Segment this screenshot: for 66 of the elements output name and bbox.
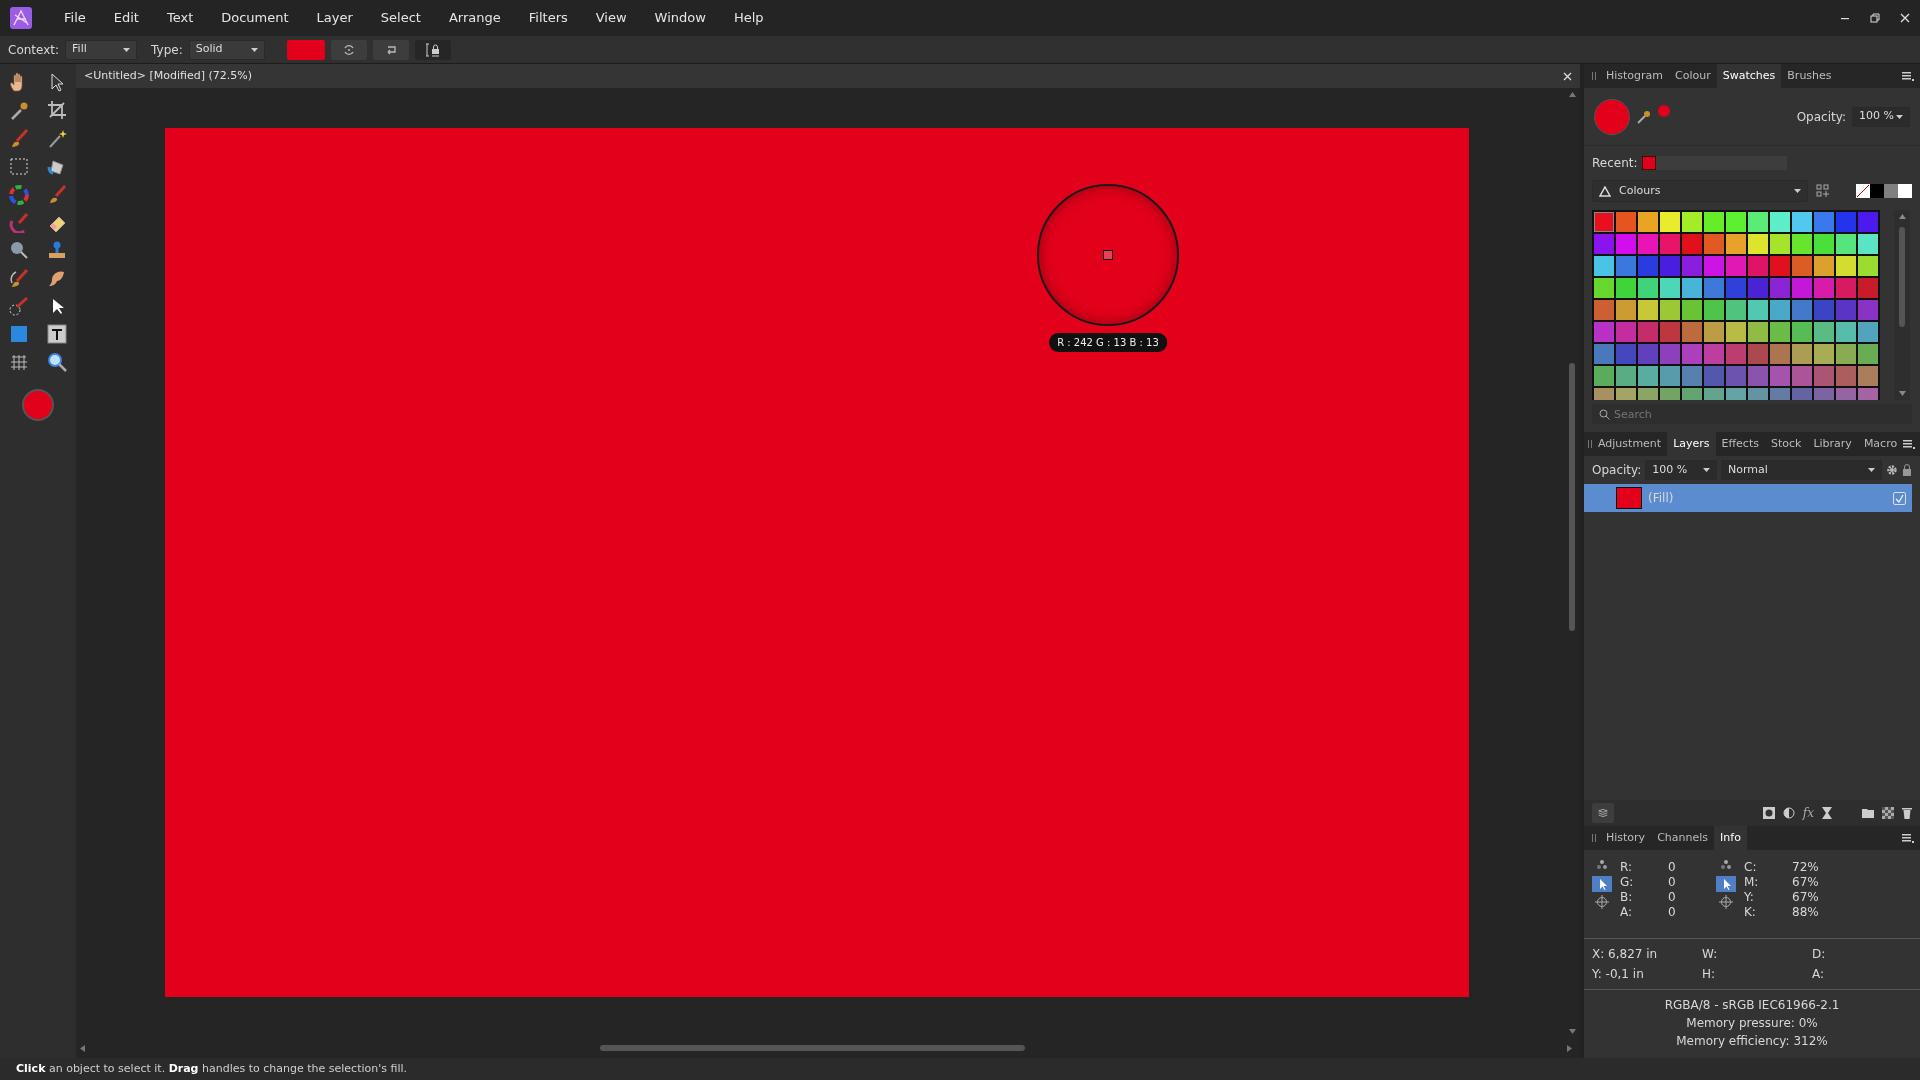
layer-name: (Fill) — [1648, 490, 1674, 507]
position-readout: X: 6,827 in — [1592, 946, 1659, 963]
panel-tab[interactable]: Stock — [1764, 432, 1808, 456]
menu-item[interactable]: Filters — [514, 8, 582, 28]
document-info-text: Memory efficiency: 312% — [1676, 1033, 1828, 1050]
channel-label: R: — [1620, 859, 1633, 873]
menu-item[interactable]: File — [50, 8, 100, 28]
measure-label: A: — [1812, 966, 1826, 983]
channel-value: 0 — [1668, 874, 1676, 888]
blend-mode-dropdown[interactable]: Normal — [1721, 460, 1883, 480]
size-label: W: — [1702, 946, 1719, 963]
panel-tab[interactable]: Effects — [1715, 432, 1765, 456]
panel-tab[interactable]: Library — [1807, 432, 1858, 456]
panel-tab[interactable]: Layers — [1667, 432, 1716, 456]
document-title: <Untitled> [Modified] (72.5%) — [84, 67, 252, 84]
channel-label: Y: — [1744, 889, 1755, 903]
panel-tab[interactable]: Info — [1714, 826, 1747, 850]
channel-value: 0 — [1668, 904, 1676, 918]
status-message: Click an object to select it. Drag handles to change the selection's fill. — [16, 1060, 407, 1077]
channel-label: C: — [1744, 859, 1758, 873]
channel-label: K: — [1744, 904, 1757, 918]
type-dropdown[interactable]: Solid — [188, 39, 265, 60]
palette-dropdown[interactable]: Colours — [1592, 180, 1808, 202]
fx-button[interactable]: fx — [1802, 804, 1814, 822]
menu-item[interactable]: Arrange — [434, 8, 515, 28]
menu-item[interactable]: Layer — [302, 8, 367, 28]
channel-value: 0 — [1668, 889, 1676, 903]
color-readout: R : 242 G : 13 B : 13 — [1049, 333, 1167, 352]
channel-label: G: — [1620, 874, 1635, 888]
context-label: Context: — [8, 41, 60, 59]
search-field[interactable]: Search — [1592, 404, 1912, 424]
opacity-label: Opacity: — [1796, 108, 1846, 126]
menu-item[interactable]: Edit — [99, 8, 153, 28]
channel-value: 72% — [1792, 859, 1819, 873]
panel-tab[interactable]: Channels — [1651, 826, 1715, 850]
document-info-text: Memory pressure: 0% — [1686, 1015, 1818, 1032]
type-label: Type: — [151, 41, 183, 59]
opacity-dropdown[interactable]: 100 % — [1852, 106, 1910, 127]
menu-item[interactable]: Select — [366, 8, 435, 28]
size-label: H: — [1702, 966, 1717, 983]
panel-tab[interactable]: Colour — [1669, 64, 1717, 88]
opacity-dropdown[interactable]: 100 % — [1645, 460, 1717, 480]
position-readout: Y: -0,1 in — [1592, 966, 1645, 983]
menu-item[interactable]: View — [581, 8, 641, 28]
recent-label: Recent: — [1592, 155, 1638, 172]
menu-item[interactable]: Window — [640, 8, 720, 28]
channel-value: 67% — [1792, 889, 1819, 903]
opacity-label: Opacity: — [1592, 462, 1642, 479]
panel-tab[interactable]: Macro — [1857, 432, 1904, 456]
channel-label: A: — [1620, 904, 1634, 918]
panel-tab[interactable]: History — [1600, 826, 1652, 850]
menu-item[interactable]: Help — [719, 8, 778, 28]
channel-value: 88% — [1792, 904, 1819, 918]
panel-tab[interactable]: Swatches — [1716, 64, 1782, 88]
channel-value: 67% — [1792, 874, 1819, 888]
menu-item[interactable]: Text — [152, 8, 208, 28]
measure-label: D: — [1812, 946, 1827, 963]
menu-item[interactable]: Document — [207, 8, 303, 28]
channel-value: 0 — [1668, 859, 1676, 873]
context-dropdown[interactable]: Fill — [65, 39, 138, 60]
panel-tab[interactable]: Histogram — [1600, 64, 1670, 88]
panel-tab[interactable]: Adjustment — [1592, 432, 1668, 456]
channel-label: M: — [1744, 874, 1760, 888]
document-info-text: RGBA/8 - sRGB IEC61966-2.1 — [1664, 997, 1840, 1014]
channel-label: B: — [1620, 889, 1634, 903]
panel-tab[interactable]: Brushes — [1781, 64, 1838, 88]
